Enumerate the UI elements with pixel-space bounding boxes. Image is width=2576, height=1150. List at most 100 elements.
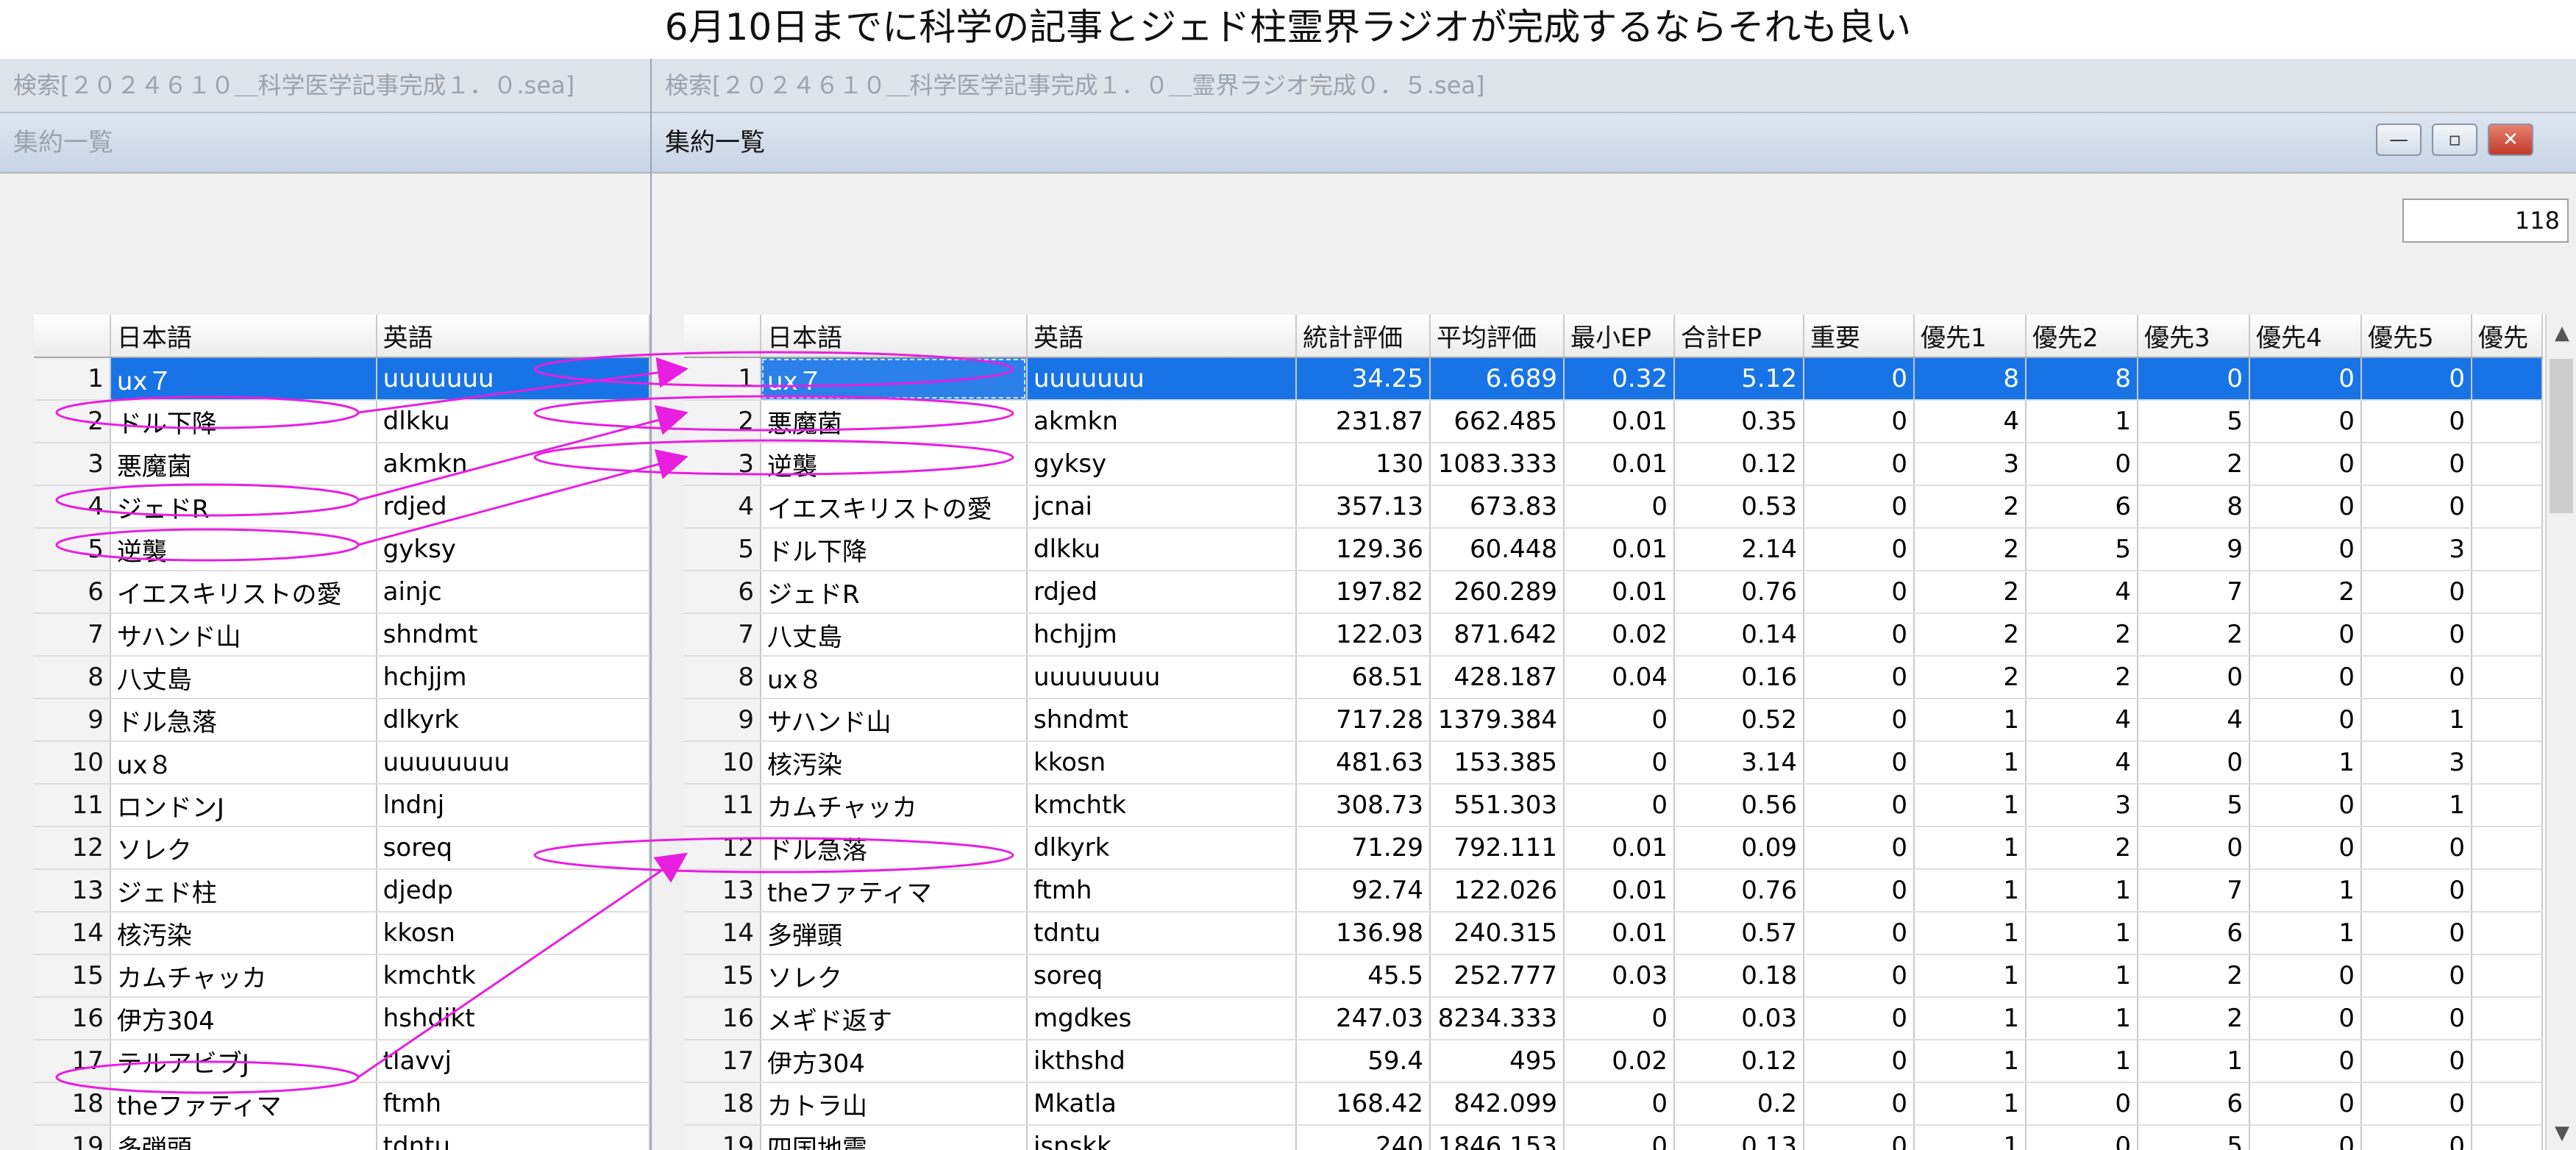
value-cell[interactable]: 0 [2249, 485, 2362, 529]
value-cell[interactable]: 3 [2026, 784, 2138, 827]
right-table-row[interactable]: 5 ドル下降 dlkku 129.36 60.448 0.01 2.14 0 2 5 9 0 3 [684, 528, 2543, 571]
right-table-row[interactable]: 15 ソレク soreq 45.5 252.777 0.03 0.18 0 1 1 2 0 0 [684, 954, 2543, 998]
value-cell[interactable]: 308.73 [1296, 784, 1431, 827]
english-cell[interactable]: uuuuuuuu [1027, 656, 1297, 699]
value-cell[interactable]: 0 [2249, 613, 2362, 657]
value-cell[interactable]: 0.2 [1674, 1082, 1804, 1126]
value-cell[interactable]: 1 [1914, 1125, 2027, 1150]
value-cell[interactable]: 0.09 [1674, 826, 1804, 870]
value-cell[interactable]: 260.289 [1430, 571, 1565, 614]
value-cell[interactable]: 1 [2361, 784, 2472, 827]
value-cell-empty[interactable] [2472, 1125, 2543, 1150]
japanese-cell[interactable]: theファティマ [110, 1082, 377, 1126]
japanese-cell[interactable]: 逆襲 [761, 443, 1028, 486]
japanese-cell[interactable]: 八丈島 [761, 613, 1028, 657]
japanese-cell[interactable]: ドル下降 [761, 528, 1028, 571]
value-cell[interactable]: 0 [1804, 912, 1915, 955]
value-cell[interactable]: 0 [2138, 656, 2250, 699]
english-cell[interactable]: tdntu [1027, 912, 1297, 955]
value-cell[interactable]: 357.13 [1296, 485, 1431, 529]
japanese-cell[interactable]: 多弾頭 [110, 1125, 377, 1150]
value-cell[interactable]: 122.026 [1430, 869, 1565, 913]
value-cell-empty[interactable] [2472, 699, 2543, 742]
japanese-cell[interactable]: カムチャッカ [761, 784, 1028, 827]
english-cell[interactable]: uuuuuuu [376, 357, 650, 401]
value-cell[interactable]: 0.32 [1564, 357, 1675, 401]
right-header-cell[interactable]: 合計EP [1674, 315, 1804, 358]
value-cell[interactable]: 252.777 [1430, 954, 1565, 998]
japanese-cell[interactable]: ジェド柱 [110, 869, 377, 913]
value-cell[interactable]: 0 [2361, 400, 2472, 443]
value-cell[interactable]: 0.76 [1674, 571, 1804, 614]
value-cell[interactable]: 7 [2138, 571, 2250, 614]
english-cell[interactable]: dlkku [376, 400, 650, 443]
value-cell[interactable]: 0 [1804, 656, 1915, 699]
value-cell[interactable]: 2 [2249, 571, 2362, 614]
right-table-row[interactable]: 1 ux７ uuuuuuu 34.25 6.689 0.32 5.12 0 8 8 0 0 0 [684, 357, 2543, 401]
value-cell[interactable]: 0.53 [1674, 485, 1804, 529]
japanese-cell[interactable]: 逆襲 [110, 528, 377, 571]
japanese-cell[interactable]: ドル急落 [761, 826, 1028, 870]
value-cell-empty[interactable] [2472, 485, 2543, 529]
value-cell-empty[interactable] [2472, 656, 2543, 699]
value-cell[interactable]: 0.01 [1564, 528, 1675, 571]
japanese-cell[interactable]: ロンドンJ [110, 784, 377, 827]
value-cell[interactable]: 8 [2026, 357, 2138, 401]
close-button[interactable]: ✕ [2488, 124, 2533, 156]
japanese-cell[interactable]: 四国地震 [761, 1125, 1028, 1150]
english-cell[interactable]: kkosn [1027, 741, 1297, 785]
value-cell[interactable]: 129.36 [1296, 528, 1431, 571]
right-table-row[interactable]: 14 多弾頭 tdntu 136.98 240.315 0.01 0.57 0 1 1 6 1 0 [684, 912, 2543, 955]
right-table-row[interactable]: 11 カムチャッカ kmchtk 308.73 551.303 0 0.56 0 1 3 5 0 1 [684, 784, 2543, 827]
value-cell[interactable]: 5.12 [1674, 357, 1804, 401]
value-cell[interactable]: 1 [2026, 954, 2138, 998]
english-cell[interactable]: shndmt [376, 613, 650, 657]
right-table-row[interactable]: 18 カトラ山 Mkatla 168.42 842.099 0 0.2 0 1 0 6 0 0 [684, 1082, 2543, 1126]
value-cell[interactable]: 0 [1804, 443, 1915, 486]
value-cell-empty[interactable] [2472, 784, 2543, 827]
value-cell[interactable]: 8234.333 [1430, 997, 1565, 1040]
value-cell[interactable]: 0 [2361, 613, 2472, 657]
value-cell[interactable]: 4 [2138, 699, 2250, 742]
value-cell[interactable]: 0 [2138, 357, 2250, 401]
value-cell[interactable]: 0 [2361, 912, 2472, 955]
value-cell[interactable]: 0 [2361, 485, 2472, 529]
value-cell[interactable]: 1 [2249, 869, 2362, 913]
value-cell-empty[interactable] [2472, 613, 2543, 657]
value-cell[interactable]: 1 [2026, 400, 2138, 443]
value-cell[interactable]: 0 [1564, 997, 1675, 1040]
left-table-row[interactable]: 19 多弾頭 tdntu [34, 1125, 650, 1150]
value-cell-empty[interactable] [2472, 1082, 2543, 1126]
value-cell[interactable]: 1 [2361, 699, 2472, 742]
value-cell[interactable]: 4 [2026, 699, 2138, 742]
value-cell-empty[interactable] [2472, 912, 2543, 955]
value-cell[interactable]: 0.14 [1674, 613, 1804, 657]
value-cell[interactable]: 0 [2361, 826, 2472, 870]
value-cell[interactable]: 0.03 [1564, 954, 1675, 998]
english-cell[interactable]: rdjed [376, 485, 650, 529]
value-cell[interactable]: 662.485 [1430, 400, 1565, 443]
value-cell[interactable]: 673.83 [1430, 485, 1565, 529]
value-cell[interactable]: 2 [2026, 826, 2138, 870]
value-cell[interactable]: 0 [2249, 784, 2362, 827]
japanese-cell[interactable]: theファティマ [761, 869, 1028, 913]
japanese-cell[interactable]: ux８ [761, 656, 1028, 699]
left-table-row[interactable]: 4 ジェドR rdjed [34, 485, 650, 529]
value-cell[interactable]: 2 [2138, 954, 2250, 998]
english-cell[interactable]: tdntu [376, 1125, 650, 1150]
japanese-cell[interactable]: ux８ [110, 741, 377, 785]
value-cell[interactable]: 0.13 [1674, 1125, 1804, 1150]
value-cell[interactable]: 842.099 [1430, 1082, 1565, 1126]
value-cell[interactable]: 5 [2138, 1125, 2250, 1150]
japanese-cell[interactable]: サハンド山 [761, 699, 1028, 742]
value-cell[interactable]: 4 [2026, 571, 2138, 614]
value-cell[interactable]: 1 [2026, 912, 2138, 955]
value-cell[interactable]: 0.12 [1674, 443, 1804, 486]
value-cell[interactable]: 0 [2026, 443, 2138, 486]
value-cell[interactable]: 0 [2249, 699, 2362, 742]
value-cell[interactable]: 1 [2138, 1040, 2250, 1083]
value-cell[interactable]: 0.16 [1674, 656, 1804, 699]
right-table-row[interactable]: 8 ux８ uuuuuuuu 68.51 428.187 0.04 0.16 0 2 2 0 0 0 [684, 656, 2543, 699]
value-cell[interactable]: 1379.384 [1430, 699, 1565, 742]
value-cell[interactable]: 122.03 [1296, 613, 1431, 657]
